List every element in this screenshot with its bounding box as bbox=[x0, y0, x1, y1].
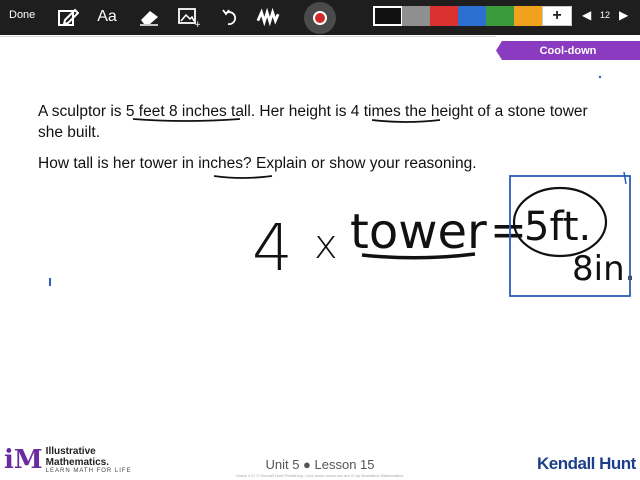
underline-inches bbox=[213, 175, 273, 179]
ink-dot bbox=[598, 75, 602, 79]
copyright-text: Grade 4 IC © Kendall Hunt Publishing. Co… bbox=[235, 473, 405, 478]
ink-mark bbox=[623, 171, 627, 185]
lesson-label: Unit 5 ● Lesson 15 bbox=[265, 457, 375, 472]
handwritten-equals: = bbox=[490, 205, 527, 256]
handwriting-canvas[interactable]: 4 x tower = 5ft. 8in. bbox=[0, 0, 640, 480]
handwritten-feet: 5ft. bbox=[524, 204, 591, 250]
underline-times bbox=[371, 119, 441, 123]
handwritten-four: 4 bbox=[252, 212, 293, 286]
logo-tagline: LEARN MATH FOR LIFE bbox=[45, 468, 132, 474]
kendall-hunt-logo: Kendall Hunt bbox=[537, 454, 636, 473]
logo-text: Illustrative Mathematics. LEARN MATH FOR… bbox=[46, 446, 132, 474]
underline-height bbox=[132, 118, 241, 122]
handwritten-tower: tower bbox=[350, 204, 487, 260]
illustrative-math-logo: iM Illustrative Mathematics. LEARN MATH … bbox=[4, 446, 132, 474]
logo-mark: iM bbox=[4, 445, 43, 475]
logo-name-line2: Mathematics. bbox=[45, 457, 110, 468]
handwritten-times: x bbox=[314, 222, 338, 268]
logo-name-line1: Illustrative bbox=[45, 446, 96, 457]
handwritten-inches: 8in. bbox=[572, 249, 635, 289]
